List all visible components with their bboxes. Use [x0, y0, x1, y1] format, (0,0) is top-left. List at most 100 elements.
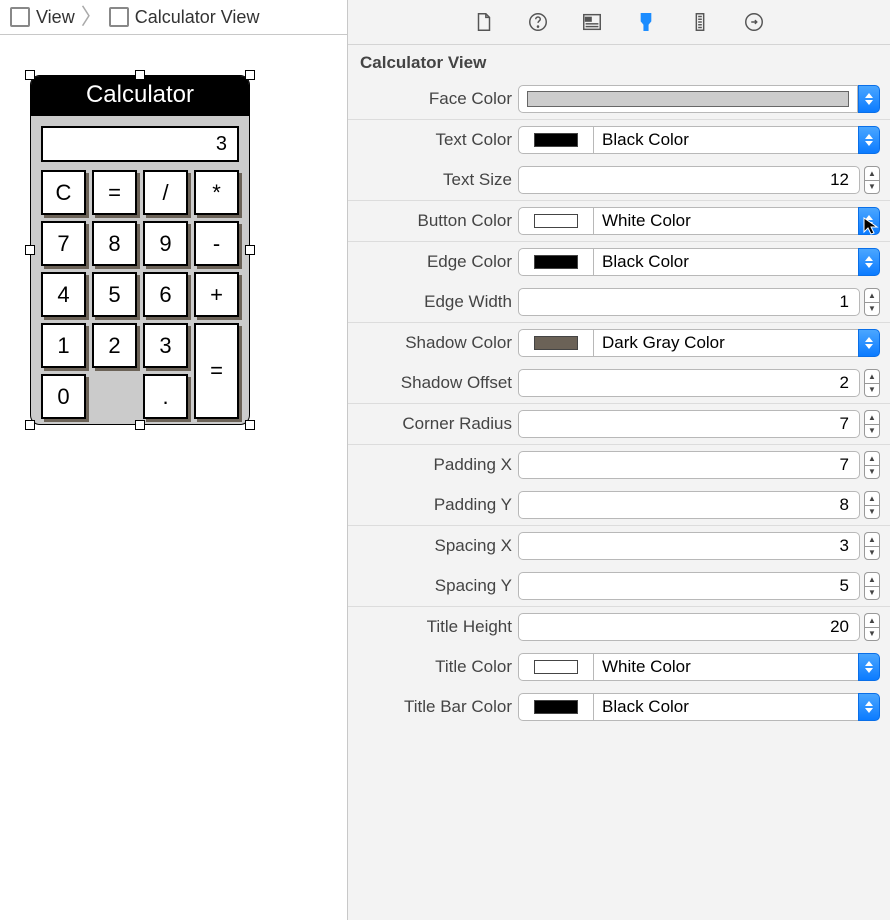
- padding-y-stepper[interactable]: ▲▼: [864, 491, 880, 519]
- text-color-well[interactable]: [518, 126, 594, 154]
- padding-x-input[interactable]: 7: [518, 451, 860, 479]
- calc-button[interactable]: 0: [41, 374, 86, 419]
- calculator-display: 3: [41, 126, 239, 162]
- dropdown-button[interactable]: [858, 85, 880, 113]
- dropdown-button[interactable]: [858, 693, 880, 721]
- help-inspector-icon[interactable]: [526, 10, 550, 34]
- padding-x-stepper[interactable]: ▲▼: [864, 451, 880, 479]
- spacing-x-input[interactable]: 3: [518, 532, 860, 560]
- title-color-well[interactable]: [518, 653, 594, 681]
- calc-button[interactable]: C: [41, 170, 86, 215]
- corner-radius-stepper[interactable]: ▲▼: [864, 410, 880, 438]
- size-inspector-icon[interactable]: [688, 10, 712, 34]
- edge-color-select[interactable]: Black Color: [594, 248, 858, 276]
- corner-radius-input[interactable]: 7: [518, 410, 860, 438]
- inspector-title: Calculator View: [348, 45, 890, 79]
- calc-button[interactable]: 8: [92, 221, 137, 266]
- prop-label: Edge Width: [348, 292, 512, 312]
- calculator-title: Calculator: [31, 76, 249, 116]
- dropdown-button[interactable]: [858, 653, 880, 681]
- resize-handle[interactable]: [245, 420, 255, 430]
- text-color-select[interactable]: Black Color: [594, 126, 858, 154]
- resize-handle[interactable]: [245, 70, 255, 80]
- prop-label: Text Size: [348, 170, 512, 190]
- resize-handle[interactable]: [25, 70, 35, 80]
- prop-label: Spacing Y: [348, 576, 512, 596]
- spacing-x-stepper[interactable]: ▲▼: [864, 532, 880, 560]
- inspector-tabs: [348, 0, 890, 45]
- file-inspector-icon[interactable]: [472, 10, 496, 34]
- dropdown-button[interactable]: [858, 329, 880, 357]
- calc-button[interactable]: 3: [143, 323, 188, 368]
- button-color-well[interactable]: [518, 207, 594, 235]
- shadow-color-well[interactable]: [518, 329, 594, 357]
- color-swatch: [534, 660, 578, 674]
- prop-label: Face Color: [348, 89, 512, 109]
- title-bar-color-select[interactable]: Black Color: [594, 693, 858, 721]
- prop-label: Title Color: [348, 657, 512, 677]
- calc-button[interactable]: 1: [41, 323, 86, 368]
- prop-label: Padding Y: [348, 495, 512, 515]
- dropdown-button[interactable]: [858, 248, 880, 276]
- calc-button[interactable]: 9: [143, 221, 188, 266]
- attributes-list: Face Color Text Color Black Color: [348, 79, 890, 920]
- breadcrumb-item[interactable]: Calculator View: [135, 7, 260, 28]
- button-color-select[interactable]: White Color: [594, 207, 858, 235]
- title-height-input[interactable]: 20: [518, 613, 860, 641]
- calc-button[interactable]: 2: [92, 323, 137, 368]
- view-icon: [109, 7, 129, 27]
- shadow-color-select[interactable]: Dark Gray Color: [594, 329, 858, 357]
- edge-color-well[interactable]: [518, 248, 594, 276]
- color-swatch: [534, 133, 578, 147]
- calculator-view[interactable]: Calculator 3 C=/*789-456+123=0.: [30, 75, 250, 425]
- breadcrumb[interactable]: View 〉 Calculator View: [0, 0, 347, 35]
- calc-button[interactable]: 4: [41, 272, 86, 317]
- calc-button[interactable]: -: [194, 221, 239, 266]
- prop-label: Shadow Offset: [348, 373, 512, 393]
- attributes-inspector-icon[interactable]: [634, 10, 658, 34]
- breadcrumb-item[interactable]: View: [36, 7, 75, 28]
- calc-button[interactable]: 5: [92, 272, 137, 317]
- resize-handle[interactable]: [25, 420, 35, 430]
- title-height-stepper[interactable]: ▲▼: [864, 613, 880, 641]
- shadow-offset-stepper[interactable]: ▲▼: [864, 369, 880, 397]
- identity-inspector-icon[interactable]: [580, 10, 604, 34]
- selection-bounds[interactable]: Calculator 3 C=/*789-456+123=0.: [30, 75, 250, 425]
- prop-label: Text Color: [348, 130, 512, 150]
- prop-label: Title Bar Color: [348, 697, 512, 717]
- connections-inspector-icon[interactable]: [742, 10, 766, 34]
- calc-button[interactable]: .: [143, 374, 188, 419]
- color-swatch: [534, 700, 578, 714]
- text-size-input[interactable]: 12: [518, 166, 860, 194]
- calc-button[interactable]: *: [194, 170, 239, 215]
- canvas[interactable]: Calculator 3 C=/*789-456+123=0.: [0, 35, 347, 920]
- face-color-well[interactable]: [518, 85, 858, 113]
- edge-width-input[interactable]: 1: [518, 288, 860, 316]
- resize-handle[interactable]: [135, 70, 145, 80]
- calc-button[interactable]: 7: [41, 221, 86, 266]
- spacing-y-input[interactable]: 5: [518, 572, 860, 600]
- prop-label: Padding X: [348, 455, 512, 475]
- prop-label: Corner Radius: [348, 414, 512, 434]
- padding-y-input[interactable]: 8: [518, 491, 860, 519]
- color-swatch: [534, 214, 578, 228]
- dropdown-button[interactable]: [858, 126, 880, 154]
- resize-handle[interactable]: [25, 245, 35, 255]
- calc-button[interactable]: +: [194, 272, 239, 317]
- calc-button[interactable]: 6: [143, 272, 188, 317]
- title-color-select[interactable]: White Color: [594, 653, 858, 681]
- calc-button[interactable]: =: [92, 170, 137, 215]
- prop-label: Button Color: [348, 211, 512, 231]
- edge-width-stepper[interactable]: ▲▼: [864, 288, 880, 316]
- calc-button-equals[interactable]: =: [194, 323, 239, 419]
- resize-handle[interactable]: [245, 245, 255, 255]
- spacing-y-stepper[interactable]: ▲▼: [864, 572, 880, 600]
- color-swatch: [534, 336, 578, 350]
- calc-button[interactable]: /: [143, 170, 188, 215]
- text-size-stepper[interactable]: ▲▼: [864, 166, 880, 194]
- mouse-cursor-icon: [862, 216, 882, 236]
- shadow-offset-input[interactable]: 2: [518, 369, 860, 397]
- title-bar-color-well[interactable]: [518, 693, 594, 721]
- prop-label: Edge Color: [348, 252, 512, 272]
- resize-handle[interactable]: [135, 420, 145, 430]
